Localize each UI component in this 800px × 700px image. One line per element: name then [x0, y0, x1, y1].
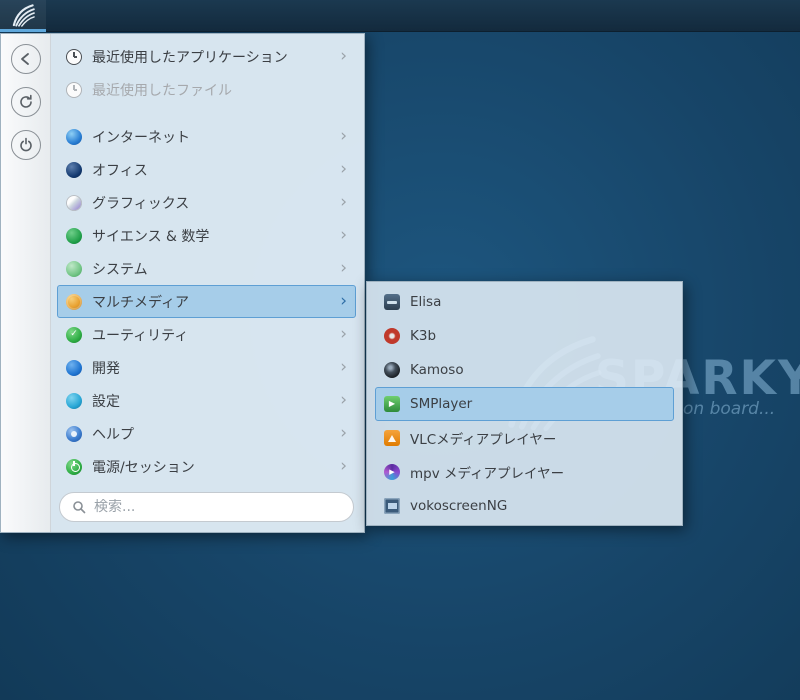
search-input[interactable]	[94, 499, 341, 515]
vokoscreenng-icon	[384, 498, 400, 514]
menu-item-label: システム	[92, 261, 148, 278]
development-icon	[66, 359, 82, 376]
menu-item-science[interactable]: サイエンス & 数学 ›	[57, 219, 356, 252]
menu-item-vlc[interactable]: VLCメディアプレイヤー	[375, 421, 674, 455]
menu-item-system[interactable]: システム ›	[57, 252, 356, 285]
sparky-logo-icon	[12, 3, 35, 27]
menu-item-mpv[interactable]: mpv メディアプレイヤー	[375, 455, 674, 489]
submenu-item-list: Elisa K3b Kamoso SMPlayer VLCメディアプレイヤー mpv メデ…	[373, 285, 676, 523]
menu-item-internet[interactable]: インターネット ›	[57, 120, 356, 153]
menu-item-label: サイエンス & 数学	[92, 228, 210, 245]
settings-icon	[66, 392, 82, 409]
application-menu: 最近使用したアプリケーション › 最近使用したファイル インターネット › オフィス › グラ…	[0, 33, 365, 533]
menu-item-elisa[interactable]: Elisa	[375, 285, 674, 319]
menu-sidebar	[1, 34, 51, 532]
clock-icon	[66, 48, 82, 65]
chevron-right-icon: ›	[340, 225, 347, 245]
graphics-icon	[66, 194, 82, 211]
vlc-icon	[384, 430, 400, 446]
switch-user-button[interactable]	[10, 87, 41, 117]
system-icon	[66, 260, 82, 277]
menu-main: 最近使用したアプリケーション › 最近使用したファイル インターネット › オフィス › グラ…	[51, 34, 364, 532]
menu-item-recent-apps[interactable]: 最近使用したアプリケーション ›	[57, 40, 356, 73]
menu-item-smplayer[interactable]: SMPlayer	[375, 387, 674, 421]
utilities-icon	[66, 326, 82, 343]
power-session-icon	[66, 458, 82, 475]
menu-item-label: 開発	[92, 360, 120, 377]
menu-item-label: Elisa	[410, 294, 442, 310]
internet-globe-icon	[66, 128, 82, 145]
menu-item-label: 最近使用したファイル	[92, 82, 232, 99]
menu-item-list: 最近使用したアプリケーション › 最近使用したファイル インターネット › オフィス › グラ…	[55, 40, 358, 483]
menu-item-graphics[interactable]: グラフィックス ›	[57, 186, 356, 219]
app-launcher-button[interactable]	[0, 0, 46, 32]
menu-item-label: vokoscreenNG	[410, 498, 508, 514]
menu-item-power-session[interactable]: 電源/セッション ›	[57, 450, 356, 483]
power-button[interactable]	[10, 130, 41, 160]
science-icon	[66, 227, 82, 244]
back-button[interactable]	[10, 44, 41, 74]
menu-item-label: mpv メディアプレイヤー	[410, 466, 565, 482]
chevron-right-icon: ›	[340, 357, 347, 377]
multimedia-submenu: Elisa K3b Kamoso SMPlayer VLCメディアプレイヤー mpv メデ…	[366, 281, 683, 526]
menu-item-office[interactable]: オフィス ›	[57, 153, 356, 186]
search-box[interactable]	[59, 492, 354, 522]
menu-item-utilities[interactable]: ユーティリティ ›	[57, 318, 356, 351]
menu-item-recent-files: 最近使用したファイル	[57, 73, 356, 106]
menu-item-label: 最近使用したアプリケーション	[92, 49, 288, 66]
chevron-right-icon: ›	[340, 126, 347, 146]
kamoso-icon	[384, 362, 400, 378]
menu-item-label: SMPlayer	[410, 396, 473, 412]
menu-item-settings[interactable]: 設定 ›	[57, 384, 356, 417]
menu-item-label: マルチメディア	[92, 294, 190, 311]
watermark-subtitle: on board...	[683, 399, 776, 419]
elisa-icon	[384, 294, 400, 310]
chevron-right-icon: ›	[340, 192, 347, 212]
chevron-right-icon: ›	[340, 258, 347, 278]
menu-item-vokoscreenng[interactable]: vokoscreenNG	[375, 489, 674, 523]
menu-item-label: 設定	[92, 393, 120, 410]
search-icon	[73, 501, 86, 514]
menu-item-label: ヘルプ	[92, 426, 134, 443]
multimedia-icon	[66, 293, 82, 310]
menu-item-development[interactable]: 開発 ›	[57, 351, 356, 384]
chevron-right-icon: ›	[340, 291, 347, 311]
menu-item-label: Kamoso	[410, 362, 464, 378]
help-icon	[66, 425, 82, 442]
top-panel	[0, 0, 800, 32]
chevron-right-icon: ›	[340, 324, 347, 344]
menu-item-label: オフィス	[92, 162, 148, 179]
menu-item-label: インターネット	[92, 129, 190, 146]
menu-item-label: VLCメディアプレイヤー	[410, 432, 557, 448]
switch-user-icon	[18, 94, 34, 110]
office-icon	[66, 161, 82, 178]
chevron-right-icon: ›	[340, 456, 347, 476]
chevron-right-icon: ›	[340, 159, 347, 179]
menu-item-k3b[interactable]: K3b	[375, 319, 674, 353]
clock-icon	[66, 81, 82, 98]
menu-item-help[interactable]: ヘルプ ›	[57, 417, 356, 450]
menu-item-kamoso[interactable]: Kamoso	[375, 353, 674, 387]
menu-item-label: K3b	[410, 328, 437, 344]
menu-item-label: ユーティリティ	[92, 327, 189, 344]
chevron-right-icon: ›	[340, 46, 347, 66]
power-icon	[18, 137, 34, 153]
menu-item-label: 電源/セッション	[92, 459, 195, 476]
menu-item-multimedia[interactable]: マルチメディア ›	[57, 285, 356, 318]
smplayer-icon	[384, 396, 400, 412]
menu-item-label: グラフィックス	[92, 195, 190, 212]
chevron-right-icon: ›	[340, 423, 347, 443]
back-arrow-icon	[18, 51, 34, 67]
mpv-icon	[384, 464, 400, 480]
chevron-right-icon: ›	[340, 390, 347, 410]
k3b-icon	[384, 328, 400, 344]
